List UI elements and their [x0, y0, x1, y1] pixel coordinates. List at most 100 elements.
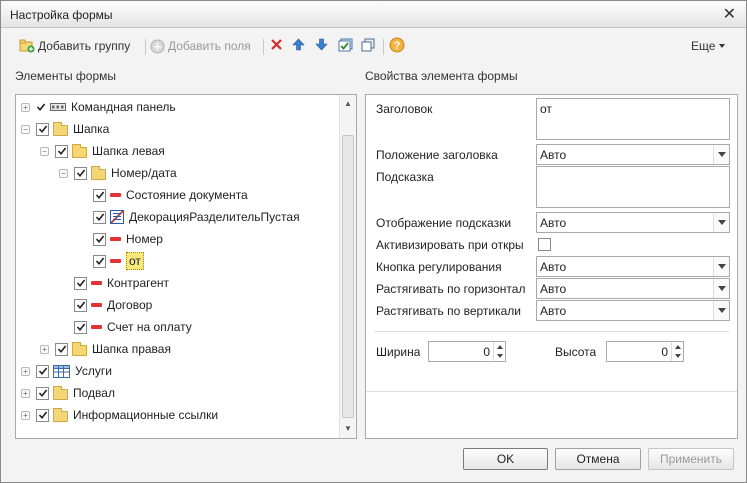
- adjust-button-label: Кнопка регулирования: [376, 260, 502, 274]
- tree-item-label: Номер/дата: [111, 166, 177, 180]
- add-fields-icon: [150, 39, 165, 54]
- tooltip-field[interactable]: [536, 166, 730, 208]
- tooltip-label: Подсказка: [376, 170, 434, 184]
- scroll-thumb[interactable]: [342, 135, 354, 418]
- tree-row[interactable]: + Подвал: [21, 383, 115, 403]
- caption-field[interactable]: от: [536, 98, 730, 140]
- activate-on-open-checkbox[interactable]: [538, 238, 551, 251]
- more-menu-button[interactable]: Еще: [691, 37, 726, 55]
- tree-row[interactable]: − Шапка левая: [40, 141, 165, 161]
- visibility-checkbox[interactable]: [93, 254, 106, 268]
- spin-up-icon[interactable]: [494, 342, 505, 352]
- visibility-checkbox[interactable]: [74, 276, 87, 290]
- visibility-checkbox[interactable]: [93, 188, 106, 202]
- spin-down-icon[interactable]: [672, 352, 683, 362]
- tree-row[interactable]: Договор: [59, 295, 152, 315]
- collapse-icon[interactable]: −: [59, 168, 68, 178]
- tree-scrollbar[interactable]: ▲ ▼: [339, 95, 356, 438]
- caption-position-select[interactable]: Авто: [536, 144, 730, 165]
- stretch-horizontal-value: Авто: [540, 281, 567, 296]
- chevron-down-icon[interactable]: [713, 145, 729, 164]
- tree-row[interactable]: + Информационные ссылки: [21, 405, 218, 425]
- tree-item-label: от: [126, 252, 144, 270]
- spin-down-icon[interactable]: [494, 352, 505, 362]
- move-up-button[interactable]: [292, 37, 305, 55]
- copy-button[interactable]: [361, 37, 376, 55]
- ok-button[interactable]: OK: [463, 448, 548, 470]
- cancel-button[interactable]: Отмена: [555, 448, 641, 470]
- chevron-down-icon[interactable]: [713, 301, 729, 320]
- tree-item-label: Подвал: [73, 386, 115, 400]
- tree-row[interactable]: Счет на оплату: [59, 317, 192, 337]
- add-fields-button[interactable]: Добавить поля: [150, 37, 251, 55]
- tree-row[interactable]: Контрагент: [59, 273, 169, 293]
- expand-icon[interactable]: +: [21, 388, 30, 398]
- chevron-down-icon[interactable]: [713, 279, 729, 298]
- visibility-checkbox[interactable]: [93, 210, 106, 224]
- visibility-checkbox[interactable]: [74, 298, 87, 312]
- tree-row[interactable]: − Шапка: [21, 119, 109, 139]
- check-all-button[interactable]: [338, 37, 353, 55]
- stretch-vertical-select[interactable]: Авто: [536, 300, 730, 321]
- visibility-checkbox[interactable]: [55, 144, 68, 158]
- height-stepper[interactable]: 0: [606, 341, 684, 362]
- tree-row[interactable]: + Услуги: [21, 361, 112, 381]
- width-stepper[interactable]: 0: [428, 341, 506, 362]
- expand-icon[interactable]: +: [21, 410, 30, 420]
- tree-row[interactable]: − Номер/дата: [59, 163, 177, 183]
- add-group-label: Добавить группу: [38, 39, 131, 53]
- tree-row[interactable]: + Командная панель: [21, 97, 176, 117]
- field-icon: [110, 193, 121, 197]
- collapse-icon[interactable]: −: [21, 124, 30, 134]
- visibility-checkbox[interactable]: [36, 122, 49, 136]
- tree-row[interactable]: Номер: [78, 229, 163, 249]
- tree-item-label: Информационные ссылки: [73, 408, 219, 422]
- expand-icon[interactable]: +: [21, 102, 30, 112]
- collapse-icon[interactable]: −: [40, 146, 49, 156]
- stretch-horizontal-select[interactable]: Авто: [536, 278, 730, 299]
- folder-icon: [72, 342, 87, 356]
- visibility-checkbox[interactable]: [55, 342, 68, 356]
- tree-row[interactable]: Состояние документа: [78, 185, 248, 205]
- folder-icon: [91, 166, 106, 180]
- tree-item-label: Услуги: [75, 364, 112, 378]
- tree-row[interactable]: + Шапка правая: [40, 339, 171, 359]
- tree-item-label: Состояние документа: [126, 188, 248, 202]
- visibility-checkbox[interactable]: [36, 386, 49, 400]
- field-icon: [91, 281, 102, 285]
- expand-icon[interactable]: +: [21, 366, 30, 376]
- visibility-checkbox[interactable]: [93, 232, 106, 246]
- scroll-up-icon[interactable]: ▲: [341, 97, 355, 111]
- expand-icon[interactable]: +: [40, 344, 49, 354]
- visibility-checkbox[interactable]: [36, 364, 49, 378]
- props-divider: [374, 331, 729, 332]
- chevron-down-icon[interactable]: [713, 213, 729, 232]
- help-button[interactable]: ?: [389, 37, 405, 55]
- visibility-checkbox[interactable]: [74, 166, 87, 180]
- chevron-down-icon[interactable]: [713, 257, 729, 276]
- arrow-down-icon: [315, 38, 328, 54]
- apply-button[interactable]: Применить: [648, 448, 734, 470]
- caption-label: Заголовок: [376, 102, 433, 116]
- add-group-button[interactable]: Добавить группу: [19, 37, 130, 55]
- delete-icon: [270, 38, 283, 54]
- form-elements-tree: + Командная панель − Шапка − Шапка левая − Номе…: [15, 94, 357, 439]
- tree-item-label: Шапка левая: [92, 144, 165, 158]
- close-icon[interactable]: ✕: [723, 4, 736, 24]
- visibility-checkbox[interactable]: [36, 408, 49, 422]
- properties-panel: Заголовок от Положение заголовка Авто По…: [365, 94, 738, 439]
- height-label: Высота: [555, 345, 597, 359]
- spin-up-icon[interactable]: [672, 342, 683, 352]
- visibility-checkbox[interactable]: [74, 320, 87, 334]
- visibility-checkbox[interactable]: [36, 101, 46, 114]
- form-settings-window: Настройка формы ✕ Добавить группу Добави…: [0, 0, 747, 483]
- move-down-button[interactable]: [315, 37, 328, 55]
- tree-row[interactable]: от: [78, 251, 144, 271]
- folder-icon: [53, 408, 68, 422]
- scroll-down-icon[interactable]: ▼: [341, 422, 355, 436]
- delete-button[interactable]: [270, 37, 283, 55]
- adjust-button-select[interactable]: Авто: [536, 256, 730, 277]
- tree-row[interactable]: ДекорацияРазделительПустая: [78, 207, 300, 227]
- caption-position-value: Авто: [540, 147, 567, 162]
- tooltip-display-select[interactable]: Авто: [536, 212, 730, 233]
